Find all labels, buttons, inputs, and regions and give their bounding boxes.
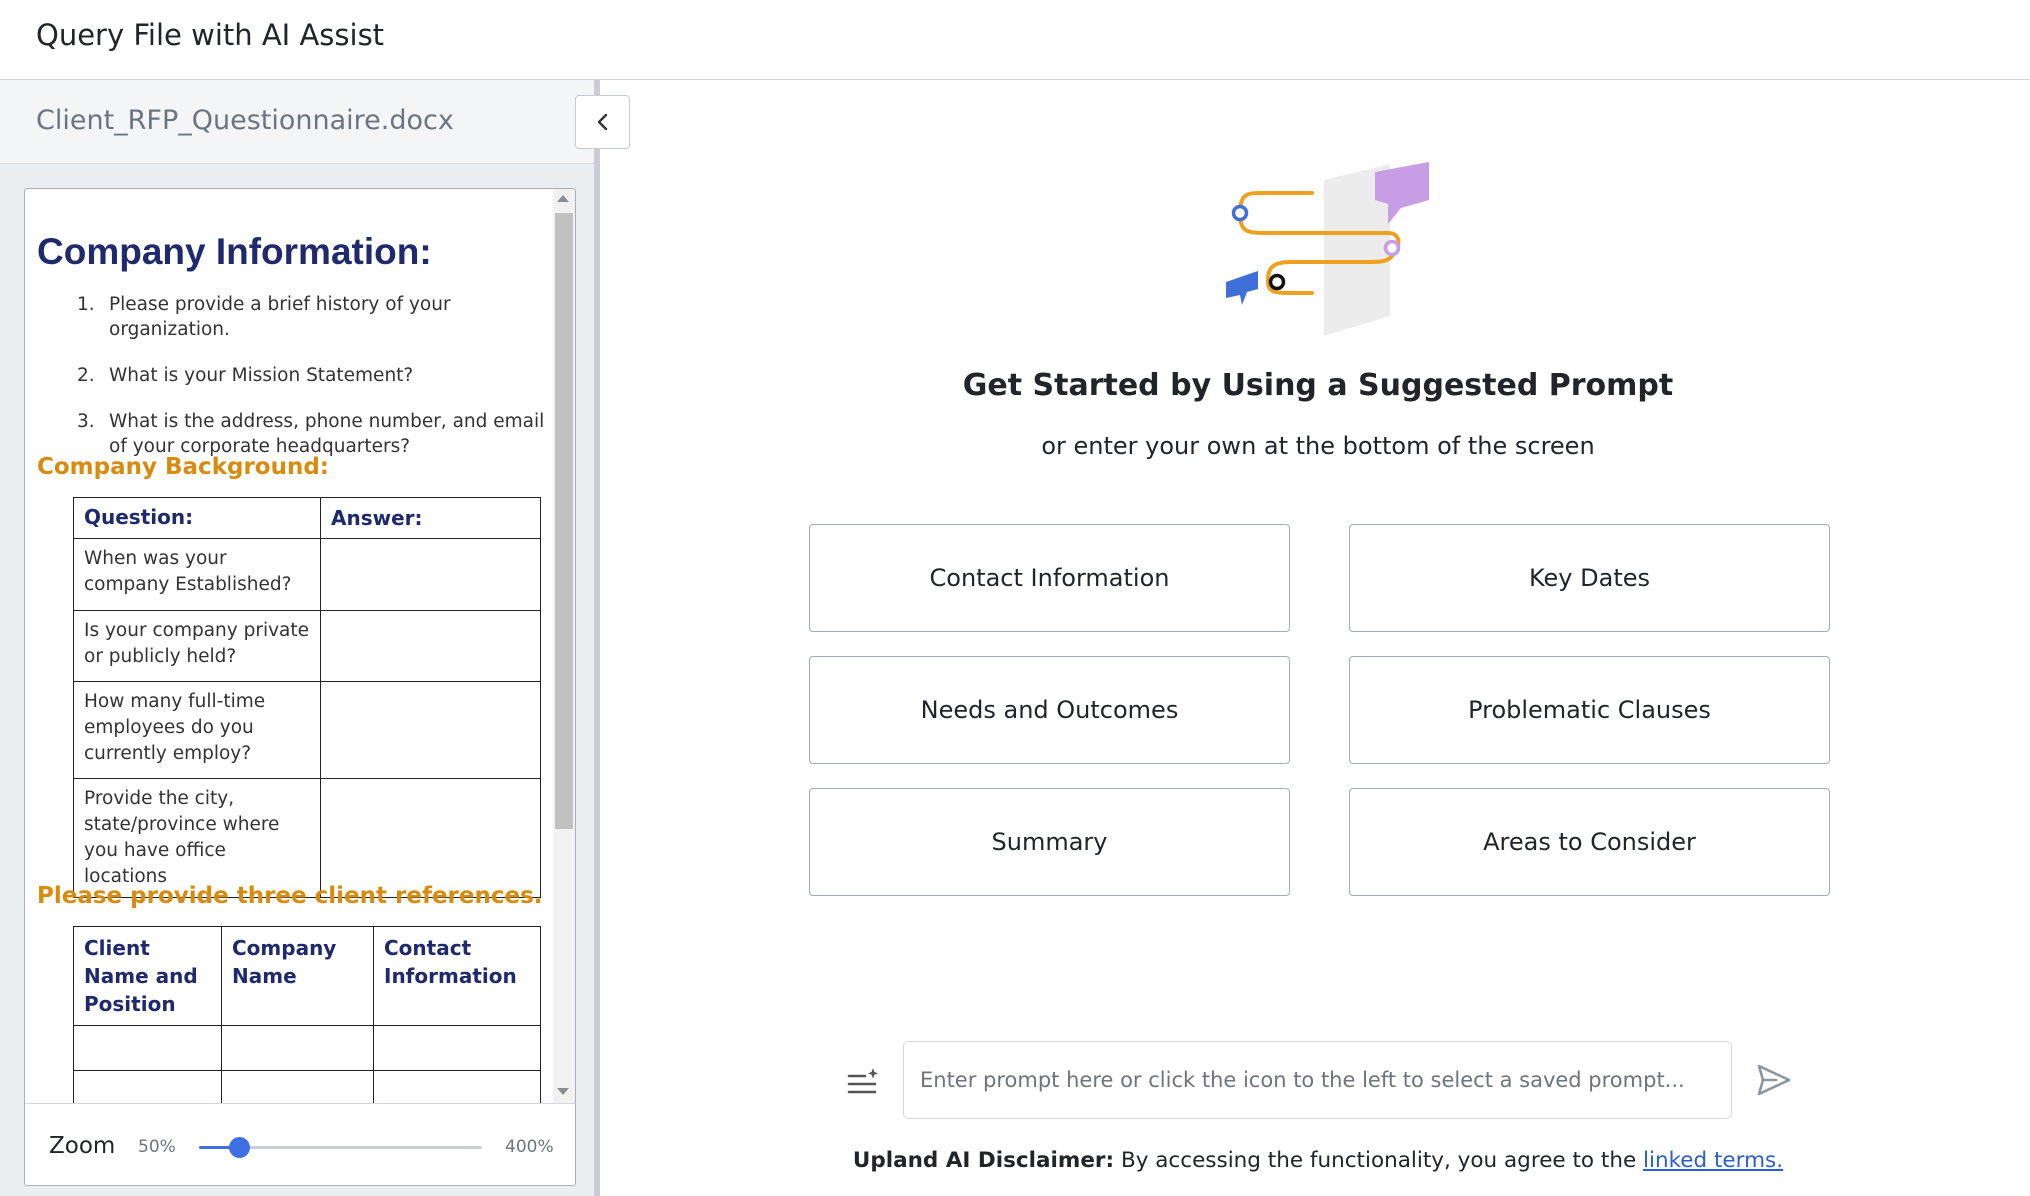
table-cell (73, 1025, 222, 1071)
table-header-cell: Client Name and Position (73, 926, 222, 1026)
main-subtitle: or enter your own at the bottom of the s… (1041, 432, 1595, 460)
zoom-label: Zoom (49, 1133, 116, 1159)
send-icon[interactable] (1756, 1063, 1792, 1097)
table-row (73, 1025, 541, 1071)
table-cell (221, 1025, 374, 1071)
main-title: Get Started by Using a Suggested Prompt (962, 368, 1674, 403)
suggested-prompt-key-dates[interactable]: Key Dates (1349, 524, 1830, 632)
file-name: Client_RFP_Questionnaire.docx (36, 105, 454, 136)
file-bar: Client_RFP_Questionnaire.docx (0, 80, 594, 164)
doc-question-list: 1. Please provide a brief history of you… (69, 292, 549, 480)
table-header-cell: Answer: (320, 497, 541, 539)
table-header-cell: Company Name (221, 926, 374, 1026)
list-sparkle-icon[interactable] (846, 1066, 880, 1100)
table-header-row: Question: Answer: (73, 497, 541, 539)
table-cell (373, 1070, 541, 1103)
suggested-prompt-needs-and-outcomes[interactable]: Needs and Outcomes (809, 656, 1290, 764)
table-row: Provide the city, state/province where y… (73, 778, 541, 898)
chevron-left-icon (597, 113, 607, 131)
scroll-thumb[interactable] (555, 213, 573, 829)
list-item: 1. Please provide a brief history of you… (77, 294, 451, 340)
table-row: When was your company Established? (73, 538, 541, 611)
suggested-prompt-summary[interactable]: Summary (809, 788, 1290, 896)
references-table: Client Name and Position Company Name Co… (73, 926, 541, 1103)
table-header-cell: Question: (73, 497, 321, 539)
table-cell: Is your company private or publicly held… (73, 610, 321, 682)
page-title: Query File with AI Assist (36, 18, 385, 52)
linked-terms-link[interactable]: linked terms. (1643, 1148, 1783, 1173)
suggested-prompt-areas-to-consider[interactable]: Areas to Consider (1349, 788, 1830, 896)
list-item: 3. What is the address, phone number, an… (77, 411, 545, 457)
app-header: Query File with AI Assist (0, 0, 2030, 80)
scroll-down-arrow-icon[interactable] (557, 1088, 569, 1095)
table-cell (221, 1070, 374, 1103)
document-content: Company Information: 1. Please provide a… (25, 189, 553, 1103)
table-cell: When was your company Established? (73, 538, 321, 611)
table-cell (73, 1070, 222, 1103)
document-scrollbar[interactable] (553, 189, 575, 1103)
table-cell (320, 538, 541, 611)
scroll-up-arrow-icon[interactable] (557, 195, 569, 202)
table-cell: How many full-time employees do you curr… (73, 681, 321, 779)
suggested-prompt-contact-information[interactable]: Contact Information (809, 524, 1290, 632)
table-row (73, 1070, 541, 1103)
document-viewer: Company Information: 1. Please provide a… (24, 188, 576, 1186)
doc-heading: Company Information: (37, 231, 432, 272)
suggested-prompt-problematic-clauses[interactable]: Problematic Clauses (1349, 656, 1830, 764)
conversation-illustration (1226, 162, 1429, 336)
file-preview-panel: Client_RFP_Questionnaire.docx Company In… (0, 80, 630, 1196)
zoom-max-label: 400% (505, 1137, 554, 1157)
ai-disclaimer: Upland AI Disclaimer: By accessing the f… (606, 1148, 2030, 1173)
table-cell (320, 681, 541, 779)
list-item: 2. What is your Mission Statement? (77, 365, 414, 386)
collapse-panel-button[interactable] (575, 95, 630, 149)
table-header-row: Client Name and Position Company Name Co… (73, 926, 541, 1026)
zoom-min-label: 50% (138, 1137, 176, 1157)
table-cell (320, 778, 541, 898)
doc-subheading-background: Company Background: (37, 454, 330, 480)
disclaimer-label: Upland AI Disclaimer: (852, 1148, 1115, 1173)
zoom-bar: Zoom 50% 400% (25, 1103, 575, 1185)
zoom-slider[interactable] (199, 1137, 482, 1158)
table-header-cell: Contact Information (373, 926, 541, 1026)
ai-assist-panel: Get Started by Using a Suggested Prompt … (606, 80, 2030, 1196)
prompt-input[interactable] (903, 1041, 1732, 1119)
table-cell (320, 610, 541, 682)
table-cell: Provide the city, state/province where y… (73, 778, 321, 898)
table-row: How many full-time employees do you curr… (73, 681, 541, 779)
disclaimer-text: By accessing the functionality, you agre… (1114, 1148, 1644, 1173)
zoom-slider-thumb[interactable] (229, 1137, 251, 1158)
table-row: Is your company private or publicly held… (73, 610, 541, 682)
doc-subheading-references: Please provide three client references. (37, 883, 543, 909)
background-table: Question: Answer: When was your company … (73, 497, 541, 898)
table-cell (373, 1025, 541, 1071)
